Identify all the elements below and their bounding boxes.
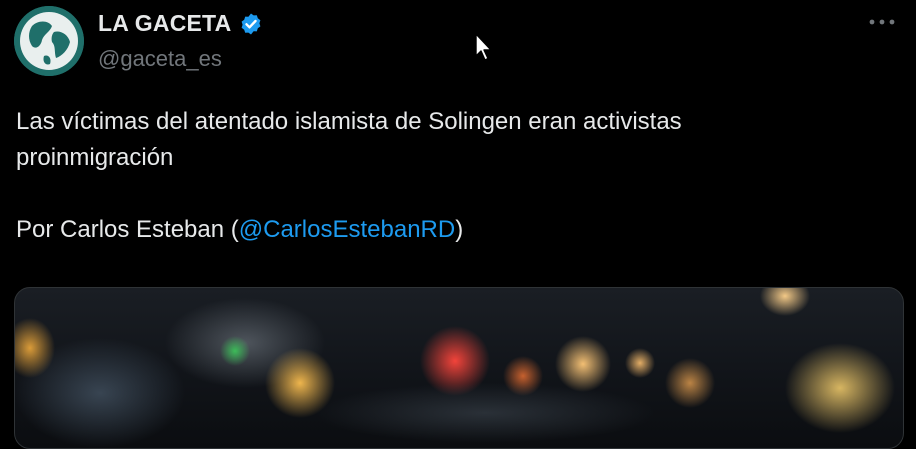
mouse-pointer-icon	[475, 33, 492, 61]
tweet-media-image[interactable]	[14, 287, 904, 449]
bokeh-light	[760, 288, 810, 316]
tweet-line-2: proinmigración	[16, 144, 174, 171]
tweet-text: Las víctimas del atentado islamista de S…	[16, 104, 896, 248]
author-name-row: LA GACETA	[98, 10, 263, 37]
tweet-line-1: Las víctimas del atentado islamista de S…	[16, 108, 682, 135]
bokeh-light	[665, 358, 715, 408]
byline-suffix: )	[455, 216, 464, 243]
tweet-card[interactable]: LA GACETA @gaceta_es Las víctimas del at…	[0, 0, 916, 449]
bokeh-light	[625, 348, 655, 378]
verified-badge-icon	[242, 13, 261, 34]
bokeh-light	[315, 383, 655, 443]
byline-prefix: Por Carlos Esteban (	[16, 216, 239, 243]
globe-logo-icon	[14, 6, 84, 76]
display-name[interactable]: LA GACETA	[98, 10, 231, 37]
author-handle[interactable]: @gaceta_es	[98, 46, 222, 72]
avatar[interactable]	[14, 6, 84, 76]
tweet-byline: Por Carlos Esteban (@CarlosEstebanRD)	[16, 212, 896, 248]
bokeh-light	[220, 336, 250, 366]
author-mention-link[interactable]: @CarlosEstebanRD	[239, 216, 455, 243]
bokeh-light	[785, 343, 895, 433]
bokeh-light	[555, 336, 611, 392]
more-icon[interactable]	[866, 10, 898, 34]
